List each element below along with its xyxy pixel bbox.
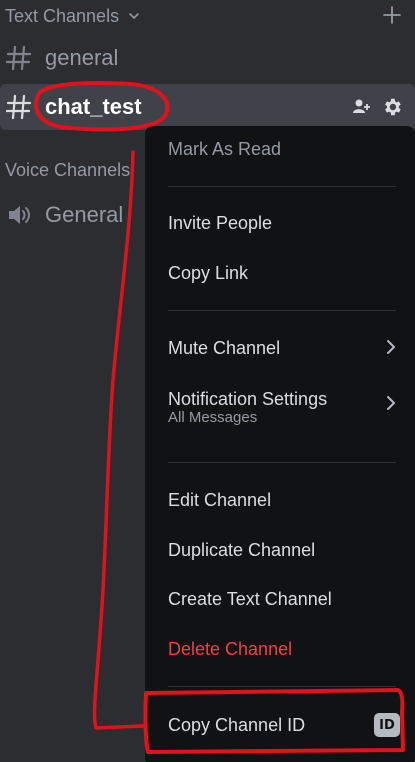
gear-icon[interactable] <box>381 96 403 118</box>
channel-context-menu: Mark As Read Invite People Copy Link Mut… <box>145 126 415 762</box>
hash-icon <box>6 45 32 71</box>
menu-item-label: Duplicate Channel <box>168 539 316 560</box>
menu-mute-channel[interactable]: Mute Channel <box>168 329 400 367</box>
menu-copy-channel-id[interactable]: Copy Channel ID ID <box>168 706 400 744</box>
menu-separator <box>168 310 396 311</box>
channel-chat-test[interactable]: chat_test <box>0 84 415 130</box>
category-voice-channels[interactable]: Voice Channels <box>5 160 130 181</box>
menu-mark-as-read[interactable]: Mark As Read <box>168 130 400 168</box>
menu-item-label: Copy Channel ID <box>168 714 306 735</box>
menu-delete-channel[interactable]: Delete Channel <box>168 630 400 668</box>
hash-icon <box>6 94 32 120</box>
channel-general[interactable]: general <box>0 35 415 81</box>
menu-separator <box>168 462 396 463</box>
menu-item-sublabel: All Messages <box>168 409 258 426</box>
menu-item-label: Delete Channel <box>168 638 293 659</box>
menu-item-label: Mark As Read <box>168 138 282 159</box>
channel-name: general <box>45 45 119 70</box>
menu-item-label: Invite People <box>168 212 273 233</box>
menu-create-text-channel[interactable]: Create Text Channel <box>168 580 400 618</box>
category-label: Voice Channels <box>5 160 131 180</box>
menu-item-label: Copy Link <box>168 262 249 283</box>
menu-separator <box>168 686 396 687</box>
menu-item-label: Create Text Channel <box>168 588 332 609</box>
menu-edit-channel[interactable]: Edit Channel <box>168 481 400 519</box>
menu-item-label: Edit Channel <box>168 489 272 510</box>
chevron-down-icon <box>129 13 139 20</box>
add-member-icon[interactable] <box>351 96 371 116</box>
menu-invite-people[interactable]: Invite People <box>168 204 400 242</box>
speaker-icon <box>9 206 30 224</box>
menu-copy-link[interactable]: Copy Link <box>168 254 400 292</box>
chevron-right-icon <box>387 340 396 354</box>
category-text-channels[interactable]: Text Channels <box>5 3 410 29</box>
channel-name: General <box>45 202 124 227</box>
chevron-right-icon <box>387 396 396 410</box>
menu-duplicate-channel[interactable]: Duplicate Channel <box>168 531 400 569</box>
id-icon: ID <box>374 713 400 737</box>
discord-sidebar-context-menu: Text Channels general chat_test Voice Ch… <box>0 0 415 762</box>
annotation-connector <box>92 150 145 730</box>
menu-separator <box>168 186 396 187</box>
menu-item-label: Notification Settings <box>168 388 328 409</box>
plus-icon[interactable] <box>382 5 402 25</box>
channel-actions <box>351 96 403 118</box>
channel-name: chat_test <box>45 94 142 119</box>
menu-notification-settings[interactable]: Notification Settings All Messages <box>168 380 400 426</box>
category-label: Text Channels <box>5 5 120 26</box>
menu-item-label: Mute Channel <box>168 337 281 358</box>
